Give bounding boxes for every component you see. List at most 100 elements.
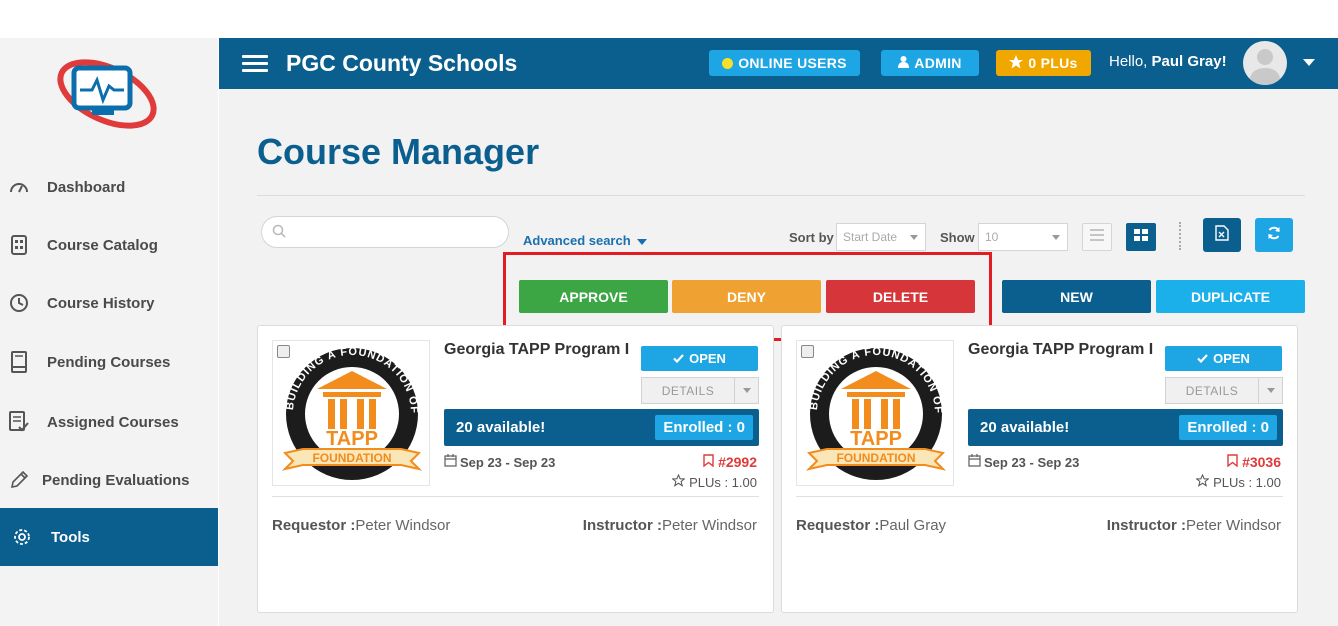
- sidebar-item-label: Course History: [47, 294, 155, 312]
- course-card: BUILDING A FOUNDATION OF SUCCESS TAPP FO…: [257, 325, 774, 613]
- page-title: Course Manager: [257, 131, 540, 172]
- sidebar-item-pending-evaluations[interactable]: Pending Evaluations: [0, 451, 218, 509]
- duplicate-button[interactable]: DUPLICATE: [1156, 280, 1305, 313]
- card-select-checkbox[interactable]: [801, 345, 814, 358]
- avatar[interactable]: [1243, 41, 1287, 85]
- instructor-label: Instructor :: [582, 517, 662, 534]
- admin-button[interactable]: ADMIN: [881, 50, 979, 76]
- course-title[interactable]: Georgia TAPP Program I: [968, 341, 1153, 359]
- chevron-down-icon[interactable]: [1303, 59, 1315, 66]
- main-content: Course Manager Advanced search Sort by S…: [219, 89, 1338, 626]
- details-button[interactable]: DETAILS: [642, 378, 735, 403]
- export-excel-button[interactable]: [1203, 218, 1241, 252]
- availability-bar: 20 available! Enrolled : 0: [968, 409, 1283, 446]
- details-split-button: DETAILS: [1165, 377, 1283, 404]
- details-dropdown-toggle[interactable]: [735, 378, 758, 403]
- plus-badge[interactable]: 0 PLUs: [996, 50, 1091, 76]
- sort-by-value: Start Date: [843, 230, 898, 244]
- search-input-wrapper[interactable]: [261, 216, 509, 248]
- card-select-checkbox[interactable]: [277, 345, 290, 358]
- course-number-text: #3036: [1242, 454, 1281, 470]
- requestor: Requestor :Peter Windsor: [272, 517, 450, 534]
- online-dot-icon: [722, 57, 734, 69]
- list-view-button[interactable]: [1082, 223, 1112, 251]
- instructor-name: Peter Windsor: [661, 517, 757, 534]
- sidebar-item-course-history[interactable]: Course History: [0, 274, 218, 332]
- card-divider: [796, 496, 1283, 497]
- card-divider: [272, 496, 759, 497]
- caret-down-icon: [636, 238, 647, 245]
- course-number: #3036: [1227, 454, 1281, 470]
- instructor: Instructor :Peter Windsor: [1107, 517, 1281, 534]
- plus-text: PLUs : 1.00: [1213, 474, 1281, 490]
- star-outline-icon: [671, 473, 686, 490]
- dates-text: Sep 23 - Sep 23: [984, 454, 1080, 470]
- plus-label: 0 PLUs: [1028, 55, 1078, 71]
- grid-view-button[interactable]: [1126, 223, 1156, 251]
- sort-by-select[interactable]: Start Date: [836, 223, 926, 251]
- logo-word-foundation: FOUNDATION: [836, 451, 915, 465]
- course-title[interactable]: Georgia TAPP Program I: [444, 341, 629, 359]
- caret-down-icon: [742, 388, 751, 393]
- calendar-icon: [444, 454, 457, 470]
- plus-text: PLUs : 1.00: [689, 474, 757, 490]
- grid-view-icon: [1134, 228, 1148, 246]
- instructor: Instructor :Peter Windsor: [583, 517, 757, 534]
- pencil-icon: [8, 469, 30, 491]
- refresh-button[interactable]: [1255, 218, 1293, 252]
- app-logo[interactable]: [52, 52, 162, 130]
- show-select[interactable]: 10: [978, 223, 1068, 251]
- refresh-icon: [1267, 226, 1281, 245]
- requestor-label: Requestor :: [272, 517, 356, 534]
- sidebar-item-label: Course Catalog: [47, 236, 158, 254]
- course-card: BUILDING A FOUNDATION OF SUCCESS TAPP FO…: [781, 325, 1298, 613]
- book-icon: [8, 351, 30, 373]
- clock-icon: [8, 292, 30, 314]
- new-button[interactable]: NEW: [1002, 280, 1151, 313]
- course-plus: PLUs : 1.00: [1195, 473, 1281, 490]
- online-users-label: ONLINE USERS: [738, 55, 847, 71]
- logo-word-tapp: TAPP: [850, 428, 902, 450]
- details-split-button: DETAILS: [641, 377, 759, 404]
- catalog-icon: [8, 234, 30, 256]
- hamburger-menu-icon[interactable]: [242, 54, 268, 73]
- toolbar-separator: [1179, 222, 1181, 250]
- sidebar-item-tools[interactable]: Tools: [0, 508, 218, 566]
- check-icon: [673, 351, 684, 366]
- logo-word-foundation: FOUNDATION: [312, 451, 391, 465]
- advanced-search-link[interactable]: Advanced search: [523, 233, 647, 248]
- course-dates: Sep 23 - Sep 23: [968, 454, 1079, 470]
- app-root: Dashboard Course Catalog Course History …: [0, 0, 1338, 626]
- course-dates: Sep 23 - Sep 23: [444, 454, 555, 470]
- dates-text: Sep 23 - Sep 23: [460, 454, 556, 470]
- sidebar-item-dashboard[interactable]: Dashboard: [0, 158, 218, 216]
- enrolled-count: Enrolled : 0: [1179, 415, 1277, 440]
- sidebar-item-label: Pending Courses: [47, 353, 171, 371]
- details-dropdown-toggle[interactable]: [1259, 378, 1282, 403]
- online-users-button[interactable]: ONLINE USERS: [709, 50, 860, 76]
- requestor-label: Requestor :: [796, 517, 880, 534]
- details-button[interactable]: DETAILS: [1166, 378, 1259, 403]
- course-thumbnail: BUILDING A FOUNDATION OF SUCCESS TAPP FO…: [272, 340, 430, 486]
- excel-file-icon: [1215, 224, 1229, 246]
- sidebar: Dashboard Course Catalog Course History …: [0, 38, 218, 626]
- open-button[interactable]: OPEN: [641, 346, 758, 371]
- instructor-name: Peter Windsor: [1185, 517, 1281, 534]
- search-input[interactable]: [292, 221, 492, 243]
- sidebar-item-assigned-courses[interactable]: Assigned Courses: [0, 393, 218, 451]
- sort-by-label: Sort by: [789, 230, 834, 245]
- open-label: OPEN: [1213, 351, 1250, 366]
- sidebar-item-pending-courses[interactable]: Pending Courses: [0, 333, 218, 391]
- star-icon: [1009, 54, 1024, 72]
- top-navbar: PGC County Schools ONLINE USERS ADMIN 0 …: [219, 38, 1338, 89]
- list-view-icon: [1090, 228, 1104, 246]
- open-button[interactable]: OPEN: [1165, 346, 1282, 371]
- bookmark-icon: [1227, 454, 1238, 470]
- gear-icon: [11, 526, 33, 548]
- select-caret-icon: [910, 235, 918, 240]
- logo-word-tapp: TAPP: [326, 428, 378, 450]
- sidebar-item-course-catalog[interactable]: Course Catalog: [0, 216, 218, 274]
- admin-label: ADMIN: [914, 55, 962, 71]
- course-number: #2992: [703, 454, 757, 470]
- sidebar-item-label: Assigned Courses: [47, 413, 179, 431]
